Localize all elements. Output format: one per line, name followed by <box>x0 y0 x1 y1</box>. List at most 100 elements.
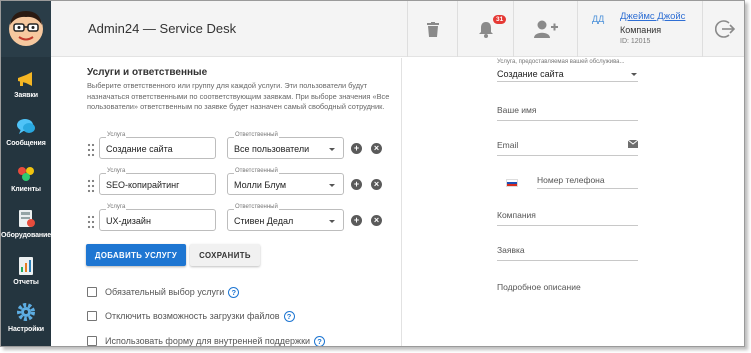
sidebar-item-label: Сообщения <box>6 140 46 147</box>
notification-count-badge: 31 <box>493 15 507 24</box>
gear-icon <box>17 303 35 321</box>
chevron-down-icon <box>329 148 335 151</box>
service-field[interactable]: Услуга SEO-копирайтинг <box>99 168 216 195</box>
email-input[interactable]: Email <box>497 140 638 156</box>
service-caption: Услуга <box>106 168 127 174</box>
user-initials: ДД <box>592 14 605 24</box>
assignee-value: Все пользователи <box>234 144 310 154</box>
megaphone-icon <box>18 72 32 86</box>
sidebar-item-label: Заявки <box>14 92 38 99</box>
remove-row-icon[interactable]: × <box>371 215 382 226</box>
checkbox-row-required-service: Обязательный выбор услуги ? <box>87 285 240 299</box>
assignee-caption: Ответственный <box>234 168 279 174</box>
section-title: Услуги и ответственные <box>87 67 208 78</box>
russia-flag-icon[interactable] <box>506 179 518 187</box>
sidebar-item-label: Отчеты <box>13 279 39 286</box>
user-profile[interactable]: ДД Джеймс Джойс Компания ID: 12015 <box>577 1 702 57</box>
sidebar-item-settings[interactable]: Настройки <box>1 291 51 336</box>
sidebar-item-clients[interactable]: Клиенты <box>1 151 51 196</box>
sidebar-item-label: Настройки <box>7 326 45 333</box>
form-service-value: Создание сайта <box>497 69 564 79</box>
services-panel: Услуги и ответственные Выберите ответств… <box>51 58 401 346</box>
drag-handle-icon[interactable] <box>87 143 95 157</box>
logout-icon <box>714 20 735 38</box>
checkbox-label: Отключить возможность загрузки файлов <box>105 311 280 321</box>
bell-icon <box>478 21 493 38</box>
logout-button[interactable] <box>702 1 744 57</box>
phone-input[interactable]: Номер телефона <box>537 175 638 189</box>
checkbox-label: Обязательный выбор услуги <box>105 287 225 297</box>
company-input[interactable]: Компания <box>497 210 638 226</box>
checkbox-row-disable-uploads: Отключить возможность загрузки файлов ? <box>87 309 295 323</box>
app-window: Заявки Сообщения Клиенты Оборудование От… <box>0 0 745 347</box>
phone-placeholder: Номер телефона <box>537 175 605 185</box>
sidebar-item-messages[interactable]: Сообщения <box>1 105 51 150</box>
request-placeholder: Заявка <box>497 245 525 255</box>
drag-handle-icon[interactable] <box>87 215 95 229</box>
assignee-select[interactable]: Ответственный Молли Блум <box>227 168 344 195</box>
service-field[interactable]: Услуга Создание сайта <box>99 132 216 159</box>
company-placeholder: Компания <box>497 210 536 220</box>
report-icon <box>19 257 33 275</box>
name-placeholder: Ваше имя <box>497 105 537 115</box>
help-icon[interactable]: ? <box>314 335 326 346</box>
email-placeholder: Email <box>497 140 519 150</box>
sidebar-item-label: Оборудование <box>1 232 51 239</box>
help-icon[interactable]: ? <box>283 310 295 322</box>
add-row-icon[interactable]: + <box>351 143 362 154</box>
service-caption: Услуга <box>106 204 127 210</box>
service-row: Услуга Создание сайта Ответственный Все … <box>87 132 387 161</box>
drag-handle-icon[interactable] <box>87 179 95 193</box>
service-field[interactable]: Услуга UX-дизайн <box>99 204 216 231</box>
user-company: Компания <box>620 25 662 35</box>
section-description: Выберите ответственного или группу для к… <box>87 81 390 111</box>
notifications-button[interactable]: 31 <box>457 1 513 57</box>
sidebar-item-label: Клиенты <box>11 186 41 193</box>
assignee-caption: Ответственный <box>234 132 279 138</box>
chevron-down-icon <box>631 73 637 76</box>
add-user-icon <box>533 20 558 38</box>
description-label: Подробное описание <box>497 282 581 292</box>
remove-row-icon[interactable]: × <box>371 179 382 190</box>
assignee-caption: Ответственный <box>234 204 279 210</box>
request-input[interactable]: Заявка <box>497 245 638 261</box>
sidebar-item-requests[interactable]: Заявки <box>1 57 51 102</box>
checkbox-row-internal-support: Использовать форму для внутренней поддер… <box>87 334 326 346</box>
user-id: ID: 12015 <box>620 38 651 45</box>
internal-support-checkbox[interactable] <box>87 336 97 346</box>
required-service-checkbox[interactable] <box>87 287 97 297</box>
help-icon[interactable]: ? <box>228 286 240 298</box>
add-row-icon[interactable]: + <box>351 215 362 226</box>
chat-icon <box>17 119 35 134</box>
chevron-down-icon <box>329 220 335 223</box>
assignee-select[interactable]: Ответственный Все пользователи <box>227 132 344 159</box>
add-row-icon[interactable]: + <box>351 179 362 190</box>
logo-avatar[interactable] <box>1 1 51 57</box>
sidebar-item-equipment[interactable]: Оборудование <box>1 197 51 242</box>
add-user-button[interactable] <box>513 1 577 57</box>
remove-row-icon[interactable]: × <box>371 143 382 154</box>
avatar-icon <box>9 11 43 46</box>
assignee-value: Молли Блум <box>234 180 287 190</box>
email-icon <box>628 140 638 148</box>
top-header: Admin24 — Service Desk 31 ДД Джеймс Джой… <box>51 1 744 57</box>
sidebar-item-reports[interactable]: Отчеты <box>1 244 51 289</box>
clients-icon <box>18 167 34 181</box>
service-row: Услуга UX-дизайн Ответственный Стивен Де… <box>87 204 387 233</box>
delete-button[interactable] <box>407 1 457 57</box>
service-value: SEO-копирайтинг <box>106 180 180 190</box>
service-value: Создание сайта <box>106 144 173 154</box>
app-title: Admin24 — Service Desk <box>88 21 237 36</box>
chevron-down-icon <box>329 184 335 187</box>
user-name-link[interactable]: Джеймс Джойс <box>620 11 685 22</box>
assignee-select[interactable]: Ответственный Стивен Дедал <box>227 204 344 231</box>
disable-uploads-checkbox[interactable] <box>87 311 97 321</box>
sidebar: Заявки Сообщения Клиенты Оборудование От… <box>1 1 51 346</box>
form-preview-panel: Услуга, предоставляемая вашей обслужива.… <box>402 58 744 346</box>
checkbox-label: Использовать форму для внутренней поддер… <box>105 336 311 346</box>
save-button[interactable]: СОХРАНИТЬ <box>190 244 260 266</box>
add-service-button[interactable]: ДОБАВИТЬ УСЛУГУ <box>86 244 186 266</box>
name-input[interactable]: Ваше имя <box>497 104 638 121</box>
service-caption: Услуга <box>106 132 127 138</box>
form-service-caption: Услуга, предоставляемая вашей обслужива.… <box>497 59 625 65</box>
